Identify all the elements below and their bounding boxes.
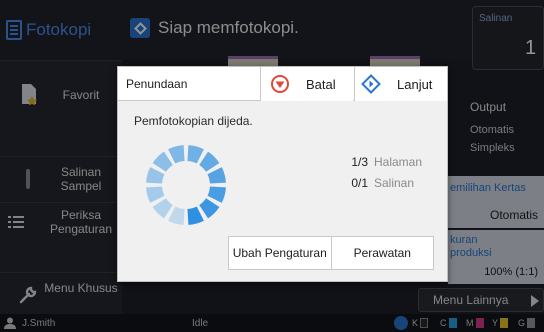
spinner-segment <box>152 151 173 172</box>
change-settings-button[interactable]: Ubah Pengaturan <box>229 237 331 269</box>
spinner-segment <box>168 145 185 164</box>
dialog-title: Penundaan <box>126 77 188 91</box>
pages-count: 1/3 <box>351 155 368 169</box>
dialog-actions: Ubah Pengaturan Perawatan <box>228 236 434 270</box>
copies-count: 0/1 <box>351 176 368 190</box>
continue-button[interactable]: Lanjut <box>354 67 447 101</box>
pause-dialog: Penundaan Batal Lanjut Pemfotokopian dij… <box>117 66 448 282</box>
pages-progress: 1/3 Halaman <box>344 155 422 169</box>
pause-message: Pemfotokopian dijeda. <box>134 114 253 128</box>
spinner-segment <box>187 206 204 225</box>
dialog-header: Penundaan Batal Lanjut <box>118 67 447 101</box>
start-icon <box>361 74 381 94</box>
continue-label: Lanjut <box>397 77 433 92</box>
spinner-segment <box>207 167 226 184</box>
spinner-segment <box>187 145 204 164</box>
copies-unit: Salinan <box>374 176 415 190</box>
maintenance-button[interactable]: Perawatan <box>330 237 434 269</box>
copies-progress: 0/1 Salinan <box>344 176 414 190</box>
spinner-segment <box>146 186 165 203</box>
progress-spinner-icon <box>146 145 226 225</box>
spinner-segment <box>168 206 185 225</box>
spinner-segment <box>146 167 165 184</box>
spinner-segment <box>152 198 173 219</box>
stop-icon <box>271 75 289 93</box>
spinner-segment <box>199 151 220 172</box>
cancel-button[interactable]: Batal <box>260 67 353 101</box>
cancel-label: Batal <box>306 77 336 92</box>
spinner-segment <box>207 186 226 203</box>
spinner-segment <box>199 198 220 219</box>
pages-unit: Halaman <box>374 155 423 169</box>
